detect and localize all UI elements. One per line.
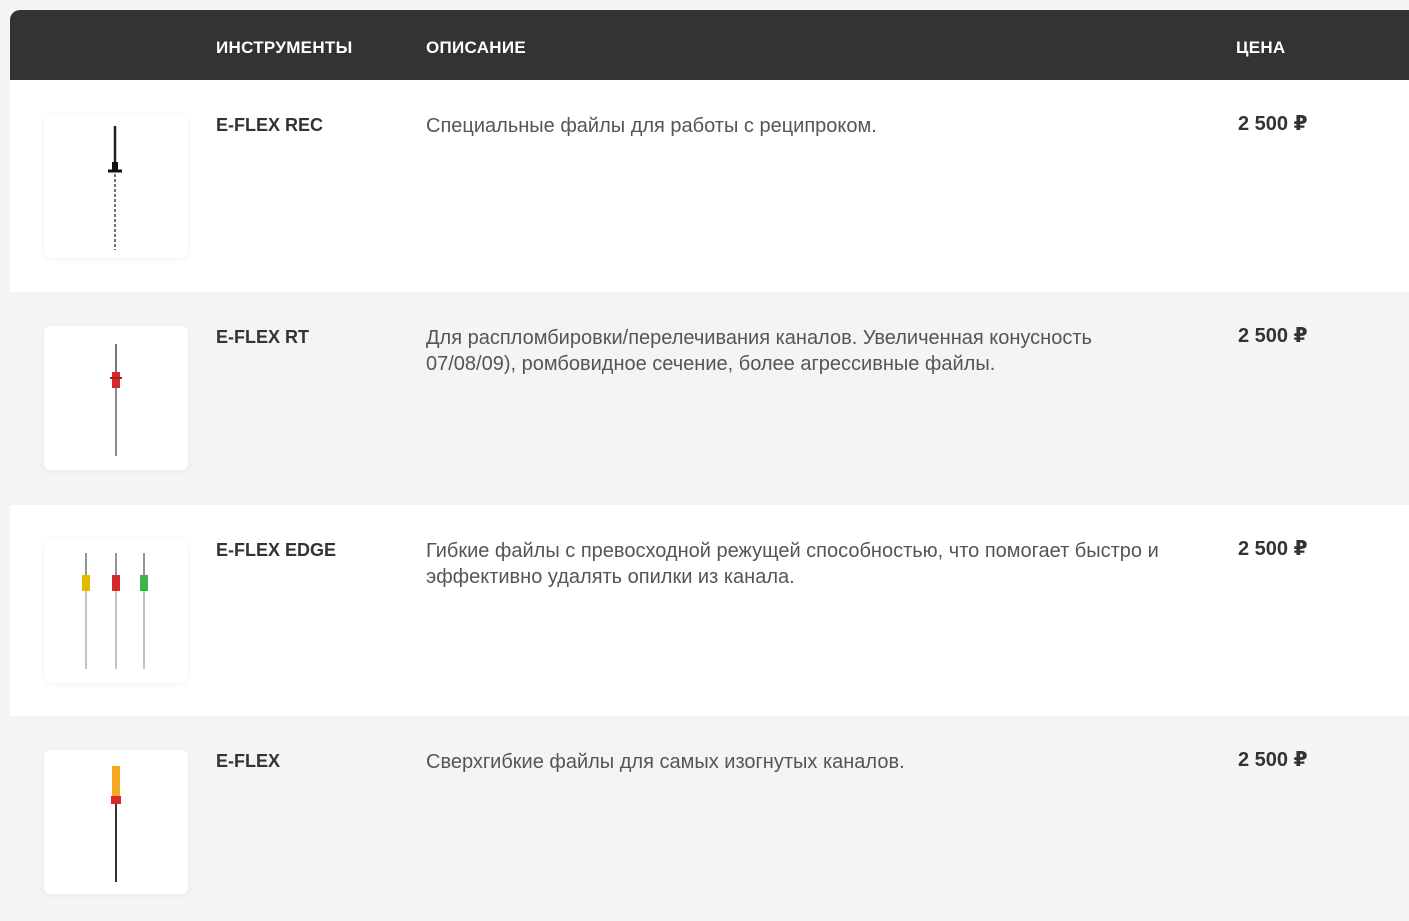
product-description: Специальные файлы для работы с реципроко… <box>426 115 877 137</box>
product-name: E-FLEX RT <box>216 327 309 347</box>
product-name: E-FLEX REC <box>216 115 324 135</box>
product-price: 2 500 ₽ <box>1238 749 1308 771</box>
product-price: 2 500 ₽ <box>1238 325 1308 347</box>
product-price: 2 500 ₽ <box>1238 113 1308 135</box>
orange-endo-file-icon[interactable] <box>44 750 188 894</box>
three-endo-files-icon[interactable] <box>44 539 188 683</box>
column-header-tools: ИНСТРУМЕНТЫ <box>216 38 353 57</box>
black-endo-file-icon[interactable] <box>44 114 188 258</box>
product-description: Сверхгибкие файлы для самых изогнутых ка… <box>426 751 905 773</box>
red-endo-file-icon[interactable] <box>44 326 188 470</box>
column-header-price: ЦЕНА <box>1236 38 1286 57</box>
product-name: E-FLEX EDGE <box>216 540 337 560</box>
table-row: E-FLEX REC Специальные файлы для работы … <box>10 80 1409 292</box>
table-row: E-FLEX RT Для распломбировки/перелечиван… <box>10 292 1409 505</box>
product-description: Для распломбировки/перелечивания каналов… <box>426 327 1092 375</box>
product-price: 2 500 ₽ <box>1238 538 1308 560</box>
column-header-description: ОПИСАНИЕ <box>426 38 527 57</box>
table-row: E-FLEX Сверхгибкие файлы для самых изогн… <box>10 716 1409 921</box>
table-row: E-FLEX EDGE Гибкие файлы с превосходной … <box>10 505 1409 716</box>
table-header: ИНСТРУМЕНТЫ ОПИСАНИЕ ЦЕНА <box>10 10 1409 80</box>
products-table: ИНСТРУМЕНТЫ ОПИСАНИЕ ЦЕНА E-FLEX REC Спе… <box>10 10 1409 921</box>
product-name: E-FLEX <box>216 751 281 771</box>
product-description: Гибкие файлы с превосходной режущей спос… <box>426 540 1159 588</box>
